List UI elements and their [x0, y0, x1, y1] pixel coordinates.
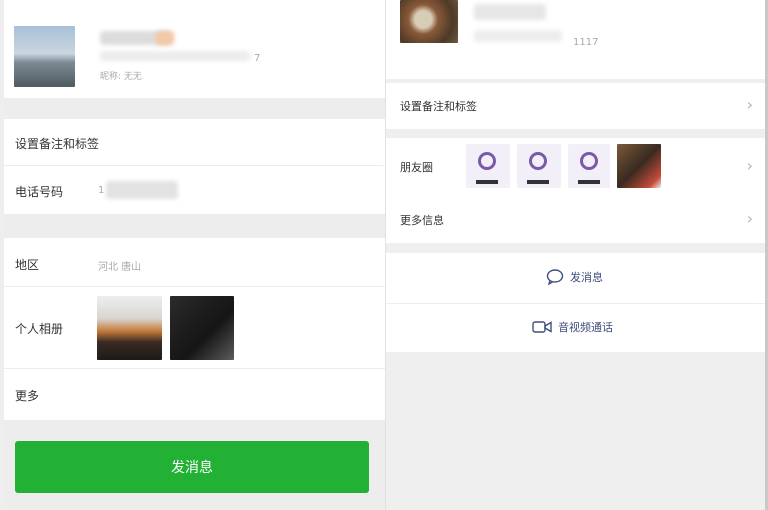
- phone-value: 1: [98, 185, 105, 196]
- phone-label: 电话号码: [15, 185, 64, 199]
- region-label: 地区: [15, 258, 40, 272]
- profile-name-blur-accent: [156, 31, 174, 45]
- moments-label: 朋友圈: [400, 161, 433, 174]
- avatar[interactable]: [14, 26, 75, 87]
- send-message-button[interactable]: 发消息: [15, 441, 369, 493]
- moments-row[interactable]: 朋友圈 ›: [386, 138, 765, 195]
- moments-photo-2: [517, 144, 561, 188]
- avatar[interactable]: [400, 0, 458, 43]
- profile-line-blur: [100, 51, 250, 61]
- more-label: 更多: [15, 389, 40, 403]
- profile-header: 1117: [386, 0, 765, 79]
- more-info-row[interactable]: 更多信息 ›: [386, 195, 765, 243]
- album-photo-sunset[interactable]: [97, 296, 162, 360]
- moments-photo-3: [568, 144, 610, 188]
- remark-row[interactable]: 设置备注和标签 ›: [386, 83, 765, 129]
- profile-suffix: 7: [254, 53, 261, 64]
- video-call-label: 音视频通话: [558, 321, 613, 334]
- left-contact-pane: 7 昵称: 无无 设置备注和标签 电话号码 1 地区 河北 唐山 个人相册 更多…: [4, 0, 385, 510]
- profile-id-suffix: 1117: [573, 37, 599, 48]
- chevron-right-icon: ›: [746, 209, 753, 228]
- region-row: 地区 河北 唐山: [4, 238, 385, 286]
- album-row[interactable]: 个人相册: [4, 287, 385, 368]
- moments-photo-1: [466, 144, 510, 188]
- more-row[interactable]: 更多: [4, 369, 385, 420]
- send-message-action[interactable]: 发消息: [546, 269, 603, 285]
- video-camera-icon: [532, 321, 552, 333]
- profile-line-blur: [474, 30, 562, 42]
- top-strip: [4, 0, 385, 11]
- video-call-row[interactable]: 音视频通话: [386, 304, 765, 352]
- album-label: 个人相册: [15, 322, 64, 336]
- phone-row[interactable]: 电话号码 1: [4, 166, 385, 214]
- profile-nickname: 昵称: 无无: [100, 72, 142, 82]
- right-contact-pane: 1117 设置备注和标签 › 朋友圈 › 更多信息 › 发消息 音视频通话: [385, 0, 765, 510]
- phone-number-blur: [106, 181, 178, 199]
- profile-name-blur: [474, 4, 546, 20]
- chat-bubble-icon: [546, 269, 564, 285]
- more-info-label: 更多信息: [400, 214, 444, 227]
- video-call-action[interactable]: 音视频通话: [532, 319, 613, 335]
- profile-header: 7 昵称: 无无: [4, 11, 385, 98]
- send-message-row[interactable]: 发消息: [386, 253, 765, 303]
- send-message-label: 发消息: [570, 271, 603, 284]
- remark-label: 设置备注和标签: [400, 100, 477, 113]
- album-photo-dark[interactable]: [170, 296, 234, 360]
- remark-row[interactable]: 设置备注和标签: [4, 119, 385, 165]
- chevron-right-icon: ›: [746, 95, 753, 114]
- region-value: 河北 唐山: [98, 262, 142, 273]
- chevron-right-icon: ›: [746, 156, 753, 175]
- remark-label: 设置备注和标签: [15, 137, 100, 151]
- moments-photo-4: [617, 144, 661, 188]
